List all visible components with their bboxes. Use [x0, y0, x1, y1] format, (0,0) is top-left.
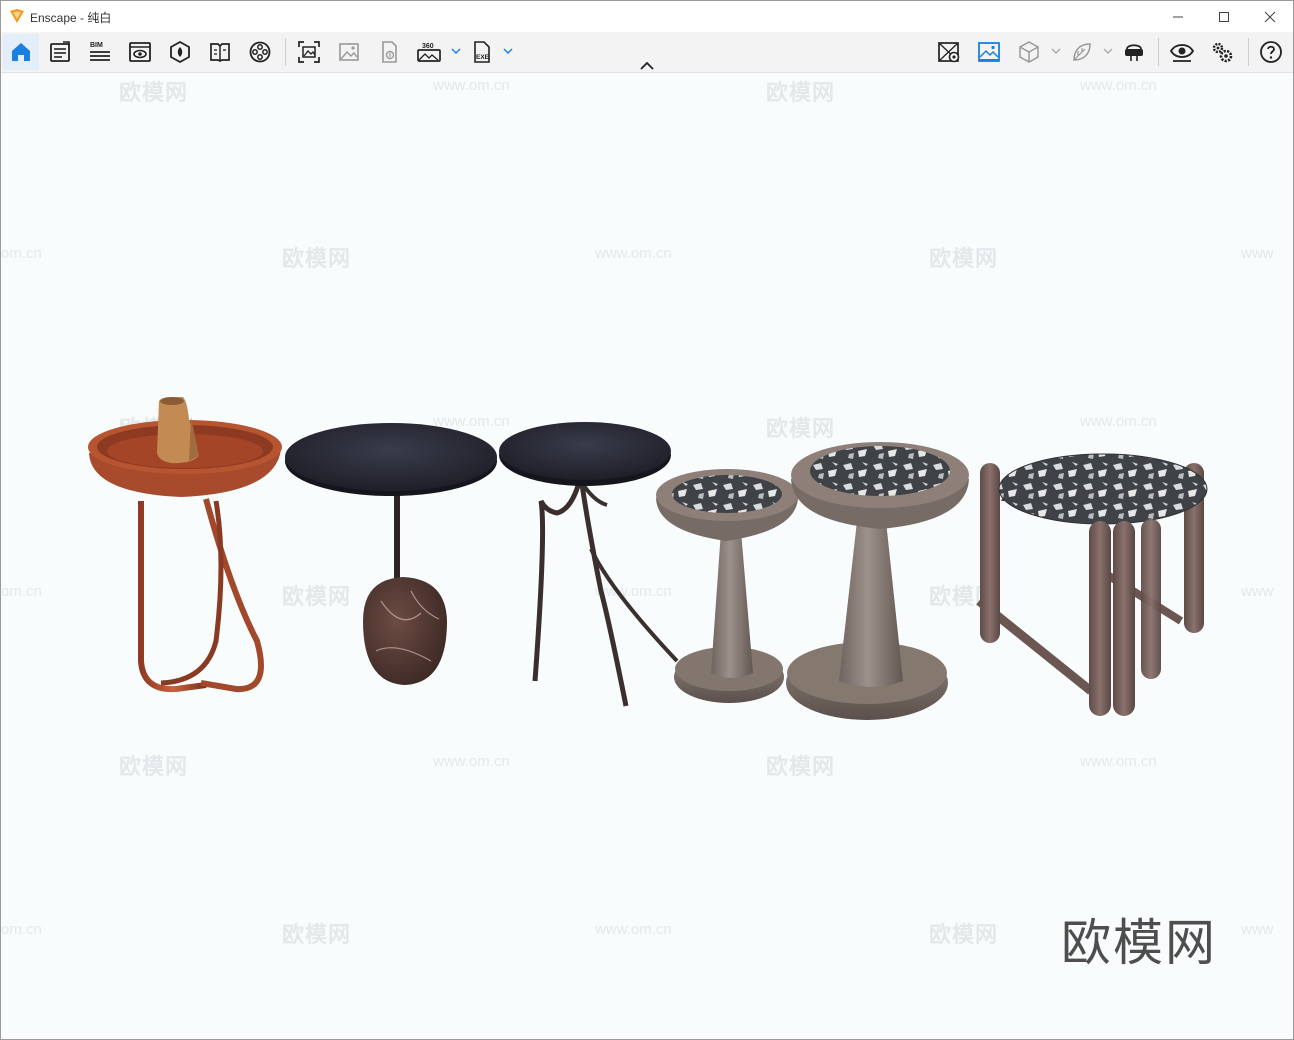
home-button[interactable]: [3, 34, 39, 70]
window-title: Enscape - 纯白: [30, 11, 112, 25]
collapse-toolbar-button[interactable]: [637, 59, 657, 73]
visual-settings-button[interactable]: [122, 34, 158, 70]
help-icon: [1260, 41, 1282, 63]
asset-library-button[interactable]: [162, 34, 198, 70]
panorama-button[interactable]: 360: [411, 34, 447, 70]
sync-views-button[interactable]: [931, 34, 967, 70]
material-editor-icon: [210, 43, 230, 62]
view-options-button[interactable]: [1164, 34, 1200, 70]
chevron-down-icon: [1103, 48, 1113, 54]
material-editor-button[interactable]: [202, 34, 238, 70]
vr-headset-button[interactable]: [1116, 34, 1152, 70]
orthographic-dropdown[interactable]: [1050, 44, 1062, 58]
close-button[interactable]: [1247, 1, 1293, 32]
view-options-icon: [1169, 44, 1195, 62]
toolbar-separator: [1158, 38, 1159, 66]
orthographic-button[interactable]: [1011, 34, 1047, 70]
bim-label: BIM: [90, 42, 103, 49]
chevron-up-icon: [640, 62, 654, 70]
chevron-down-icon: [1051, 48, 1061, 54]
video-editor-button[interactable]: [242, 34, 278, 70]
enscape-window: Enscape - 纯白 BIM 360 EXE 欧模网 www.om.cn 欧…: [0, 0, 1294, 1040]
exe-label: EXE: [476, 54, 490, 61]
branch-leg-table: [499, 422, 679, 707]
visual-settings-icon: [129, 42, 151, 62]
marble-base-table: [285, 423, 497, 685]
scene-render: [88, 397, 1208, 720]
asset-library-icon: [170, 40, 190, 64]
screenshot-icon: [298, 41, 320, 63]
maximize-button[interactable]: [1201, 1, 1247, 32]
upload-icon: [382, 41, 397, 63]
panorama-dropdown[interactable]: [450, 44, 462, 58]
minimize-icon: [1173, 16, 1183, 17]
batch-render-icon: [339, 43, 359, 61]
settings-button[interactable]: [1204, 34, 1240, 70]
light-view-dropdown[interactable]: [1102, 44, 1114, 58]
sync-update-button[interactable]: [971, 34, 1007, 70]
video-editor-icon: [249, 41, 271, 63]
title-bar: Enscape - 纯白: [1, 1, 1293, 32]
marble-top-cylinder-leg-table: [976, 453, 1208, 716]
minimize-button[interactable]: [1155, 1, 1201, 32]
bim-icon: BIM: [90, 42, 110, 61]
vr-headset-icon: [1125, 44, 1143, 61]
view-management-icon: [50, 41, 70, 62]
exe-export-icon: EXE: [474, 41, 490, 63]
sync-views-icon: [938, 42, 960, 63]
exe-export-dropdown[interactable]: [502, 44, 514, 58]
render-viewport[interactable]: 欧模网 www.om.cn 欧模网 www.om.cn om.cn 欧模网 ww…: [1, 73, 1293, 1039]
batch-render-button[interactable]: [331, 34, 367, 70]
screenshot-button[interactable]: [291, 34, 327, 70]
large-wood-pedestal-table: [786, 442, 969, 720]
toolbar-separator: [285, 38, 286, 66]
panorama-label: 360: [422, 43, 434, 50]
brand-watermark: 欧模网: [1061, 915, 1217, 971]
toolbar-separator: [1248, 38, 1249, 66]
orthographic-icon: [1019, 41, 1039, 63]
home-icon: [12, 43, 30, 61]
chevron-down-icon: [451, 48, 461, 54]
upload-button[interactable]: [371, 34, 407, 70]
enscape-logo-icon: [9, 8, 25, 24]
small-wood-pedestal-table: [656, 469, 798, 703]
copper-tray-table: [88, 397, 282, 693]
exe-export-button[interactable]: EXE: [464, 34, 500, 70]
panorama-icon: 360: [417, 43, 441, 62]
settings-icon: [1212, 42, 1233, 63]
close-icon: [1264, 11, 1276, 22]
view-management-button[interactable]: [42, 34, 78, 70]
light-view-button[interactable]: [1064, 34, 1100, 70]
bim-button[interactable]: BIM: [82, 34, 118, 70]
maximize-icon: [1219, 11, 1229, 22]
chevron-down-icon: [503, 48, 513, 54]
light-view-icon: [1073, 43, 1091, 61]
sync-update-icon: [978, 42, 1000, 62]
help-button[interactable]: [1253, 34, 1289, 70]
